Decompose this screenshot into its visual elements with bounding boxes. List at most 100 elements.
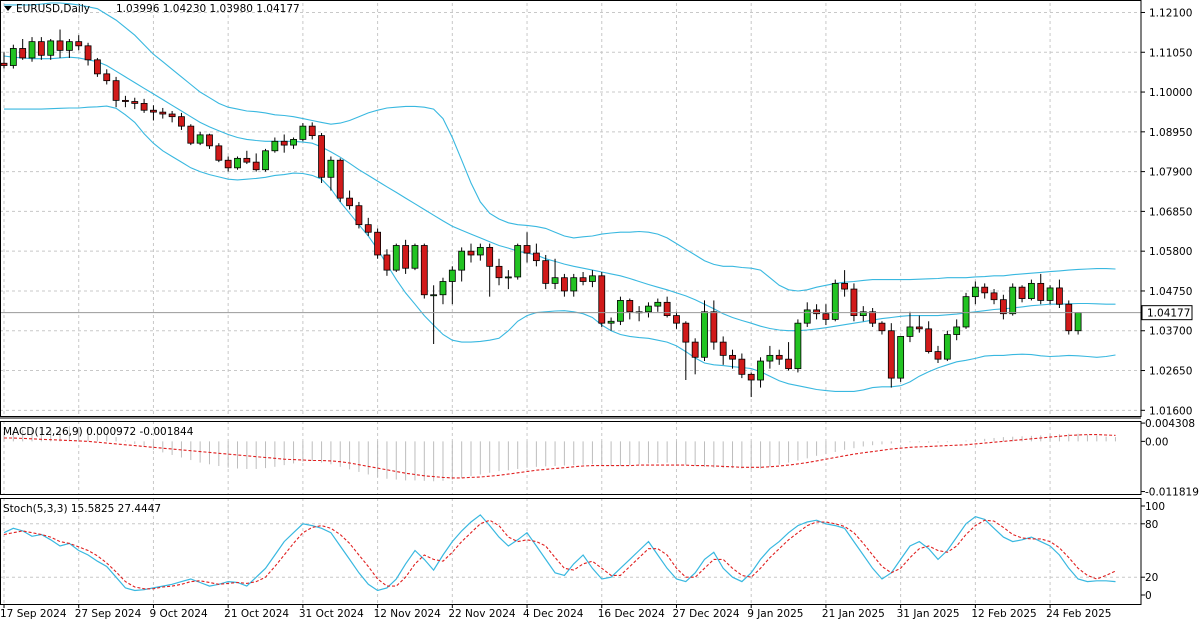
candle-body [906, 326, 914, 337]
time-tick-label: 21 Oct 2024 [224, 608, 289, 620]
candle-body [224, 159, 232, 169]
bearish-candle [103, 69, 111, 85]
candle-body [645, 305, 652, 313]
chart-menu-triangle-icon[interactable] [4, 6, 12, 11]
bearish-candle [673, 311, 680, 329]
candle-body [355, 205, 363, 226]
bearish-candle [420, 243, 428, 299]
bearish-candle [542, 254, 550, 290]
bullish-candle [803, 302, 811, 327]
candle-body [766, 354, 774, 362]
price-tick-label: 1.04750 [1149, 286, 1192, 298]
bearish-candle [747, 372, 755, 398]
time-tick-label: 17 Sep 2024 [0, 608, 67, 620]
price-tick-label: 1.12100 [1149, 7, 1192, 19]
bearish-candle [561, 273, 568, 297]
candle-body [673, 315, 680, 324]
bearish-candle [19, 38, 27, 60]
bullish-candle [831, 279, 839, 322]
stochastic-lines [3, 514, 1116, 592]
bearish-candle [719, 336, 727, 365]
candle-body [719, 341, 727, 356]
bullish-candle [290, 137, 297, 149]
candle-body [243, 157, 251, 163]
bearish-candle [178, 112, 185, 130]
ohlc-values: 1.03996 1.04230 1.03980 1.04177 [116, 3, 300, 15]
candle-body [448, 269, 456, 282]
candle-body [476, 246, 484, 256]
candle-body [841, 282, 848, 290]
candle-body [374, 231, 382, 256]
bearish-candle [841, 270, 848, 297]
panel-frames [0, 0, 1142, 605]
candle-body [1046, 287, 1054, 301]
candle-body [430, 294, 438, 297]
chart-window: 1.12100 1.11050 1.10000 1.08950 1.07900 1.068… [0, 0, 1200, 632]
bearish-candle [159, 107, 167, 119]
candle-body [495, 265, 503, 279]
candle-body [710, 311, 718, 343]
candle-body [542, 260, 550, 284]
candle-body [262, 150, 269, 171]
time-tick-label: 12 Nov 2024 [374, 608, 442, 620]
candle-body [1018, 286, 1026, 299]
bearish-candle [785, 342, 792, 371]
candle-body [290, 139, 297, 146]
candle-body [663, 301, 671, 316]
candle-body [897, 336, 905, 379]
candle-body [467, 250, 475, 256]
candle-body [271, 140, 279, 152]
candle-body [131, 101, 139, 104]
price-tick-label: 1.08950 [1149, 127, 1192, 139]
candle-body [383, 254, 391, 271]
candle-body [0, 62, 8, 66]
stochastic-d-line [3, 519, 1116, 590]
bearish-candle [878, 321, 886, 335]
time-tick-label: 16 Dec 2024 [598, 608, 665, 620]
candle-body [1056, 287, 1063, 305]
candle-body [617, 300, 624, 322]
candle-body [308, 125, 316, 137]
candle-body [514, 245, 522, 278]
symbol-label: EURUSD,Daily [16, 3, 90, 15]
bullish-candle [65, 38, 73, 58]
candle-body [1028, 282, 1035, 299]
candle-body [831, 282, 839, 320]
bearish-candle [626, 298, 634, 320]
price-tick-label: 1.01600 [1149, 405, 1192, 417]
bearish-candle [215, 143, 223, 163]
macd-tick-label: 0.004308 [1145, 418, 1195, 430]
bearish-candle [37, 37, 45, 60]
macd-tick-label: 0.00 [1145, 436, 1168, 448]
bullish-candle [589, 270, 596, 288]
candle-body [122, 99, 129, 102]
bullish-candle [9, 44, 17, 69]
candle-body [729, 354, 736, 360]
candlestick-series [0, 29, 1082, 398]
candle-body [869, 311, 877, 324]
stochastic-panel-frame [0, 498, 1142, 605]
bearish-candle [224, 156, 232, 172]
bearish-candle [999, 294, 1007, 320]
bearish-candle [75, 35, 83, 51]
stochastic-k-line [3, 514, 1116, 592]
stochastic-tick-label: 100 [1145, 501, 1165, 513]
stochastic-tick-label: 0 [1145, 590, 1152, 602]
bearish-candle [729, 349, 736, 369]
bullish-candle [570, 273, 578, 297]
bullish-candle [897, 336, 905, 382]
bullish-candle [757, 357, 764, 388]
bullish-candle [1028, 279, 1035, 301]
last-price-marker: 1.04177 [1141, 305, 1193, 321]
time-tick-label: 9 Jan 2025 [747, 608, 803, 620]
candle-body [56, 40, 64, 51]
last-price-label: 1.04177 [1147, 308, 1190, 320]
bearish-candle [355, 201, 363, 229]
candle-body [999, 299, 1007, 315]
candle-body [654, 301, 662, 307]
bearish-candle [495, 258, 503, 286]
time-tick-label: 24 Feb 2025 [1046, 608, 1111, 620]
bearish-candle [850, 283, 858, 322]
candle-body [785, 358, 792, 370]
bearish-candle [813, 304, 820, 320]
